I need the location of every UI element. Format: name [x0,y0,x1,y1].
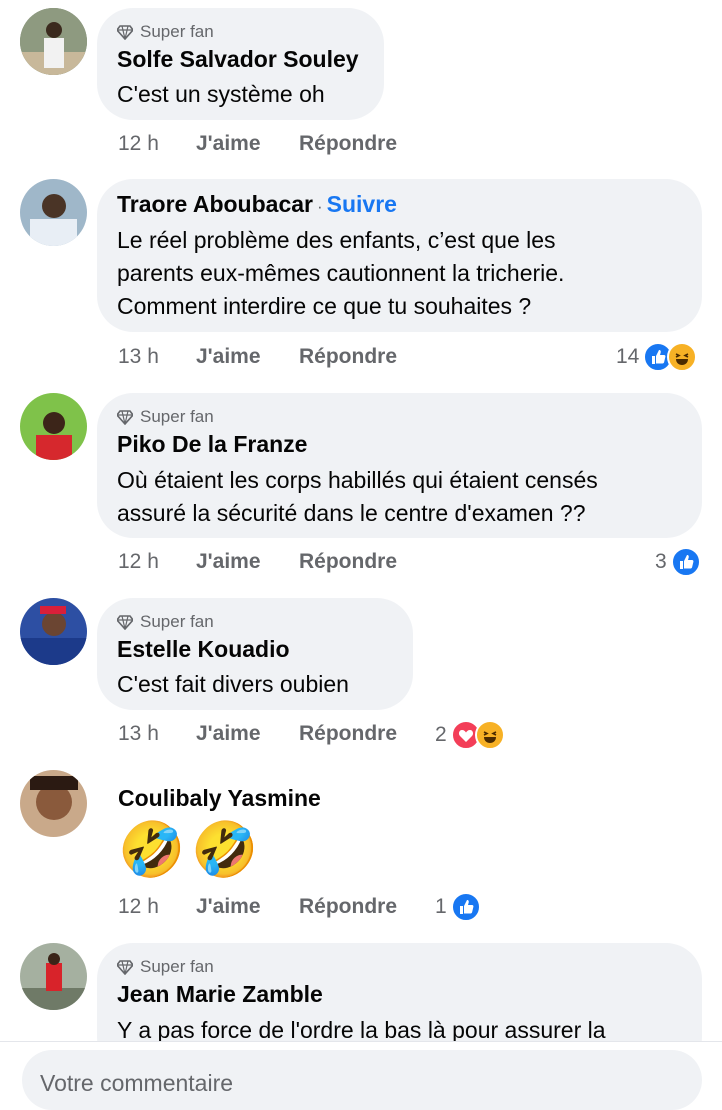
reply-button[interactable]: Répondre [299,895,397,919]
author-name[interactable]: Jean Marie Zamble [117,981,323,1008]
avatar-photo [20,943,87,1010]
comment-actions: 12 h J'aime Répondre [118,132,397,156]
diamond-icon [117,25,133,40]
comment-text-line: assuré la sécurité dans le centre d'exam… [117,500,586,526]
avatar-photo [20,179,87,246]
comment-text: C'est fait divers oubien [117,671,349,697]
author-name[interactable]: Estelle Kouadio [117,636,290,663]
avatar-photo [20,598,87,665]
like-button[interactable]: J'aime [196,722,299,746]
super-fan-badge: Super fan [117,22,214,42]
haha-icon [474,720,505,750]
comment-bubble: Traore Aboubacar · Suivre Le réel problème… [97,179,702,332]
avatar[interactable] [20,598,87,665]
avatar[interactable] [20,8,87,75]
comment-input-placeholder: Votre commentaire [40,1070,234,1096]
avatar[interactable] [20,770,87,837]
like-button[interactable]: J'aime [196,132,299,156]
avatar-photo [20,770,87,837]
super-fan-badge: Super fan [117,957,214,977]
author-name[interactable]: Coulibaly Yasmine [118,785,321,812]
like-button[interactable]: J'aime [196,550,299,574]
comment-text-line: Le réel problème des enfants, c’est que … [117,227,556,253]
timestamp[interactable]: 12 h [118,895,196,919]
super-fan-badge: Super fan [117,407,214,427]
reaction-summary[interactable]: 3 [655,547,701,577]
reaction-count: 1 [435,895,447,918]
reply-button[interactable]: Répondre [299,722,397,746]
reaction-count: 3 [655,550,667,573]
comment-actions: 13 h J'aime Répondre [118,345,397,369]
comment-bubble: Super fan Estelle Kouadio C'est fait div… [97,598,413,710]
comment-input[interactable]: Votre commentaire [22,1050,702,1110]
comment-text-line: Comment interdire ce que tu souhaites ? [117,293,532,319]
reply-button[interactable]: Répondre [299,345,397,369]
timestamp[interactable]: 13 h [118,722,196,746]
super-fan-badge: Super fan [117,612,214,632]
timestamp[interactable]: 13 h [118,345,196,369]
like-icon [670,547,701,577]
timestamp[interactable]: 12 h [118,132,196,156]
avatar[interactable] [20,179,87,246]
badge-label: Super fan [140,612,214,631]
separator-dot: · [316,197,323,216]
author-name[interactable]: Piko De la Franze [117,431,307,458]
emoji-comment: 🤣🤣 [118,820,265,880]
reply-button[interactable]: Répondre [299,132,397,156]
diamond-icon [117,410,133,425]
follow-button[interactable]: Suivre [327,191,397,217]
haha-icon [667,342,698,372]
comment-text-line: parents eux-mêmes cautionnent la tricher… [117,260,565,286]
badge-label: Super fan [140,407,214,426]
badge-label: Super fan [140,22,214,41]
author-label[interactable]: Traore Aboubacar [117,191,313,217]
reaction-count: 14 [616,345,640,368]
reaction-summary[interactable]: 14 [616,342,698,372]
comment-actions: 12 h J'aime Répondre [118,895,397,919]
reaction-summary[interactable]: 1 [435,892,481,922]
reaction-count: 2 [435,723,447,746]
like-button[interactable]: J'aime [196,345,299,369]
comment-text-line: Où étaient les corps habillés qui étaien… [117,467,598,493]
comment-actions: 12 h J'aime Répondre [118,550,397,574]
avatar[interactable] [20,943,87,1010]
badge-label: Super fan [140,957,214,976]
avatar[interactable] [20,393,87,460]
like-button[interactable]: J'aime [196,895,299,919]
avatar-photo [20,393,87,460]
timestamp[interactable]: 12 h [118,550,196,574]
comment-bubble: Super fan Solfe Salvador Souley C'est un… [97,8,384,120]
diamond-icon [117,615,133,630]
diamond-icon [117,960,133,975]
composer-bar: Votre commentaire [0,1042,722,1110]
comment-actions: 13 h J'aime Répondre [118,722,397,746]
avatar-photo [20,8,87,75]
reply-button[interactable]: Répondre [299,550,397,574]
comment-bubble: Super fan Piko De la Franze Où étaient l… [97,393,702,538]
reaction-summary[interactable]: 2 [435,720,505,750]
like-icon [450,892,481,922]
author-name[interactable]: Traore Aboubacar · Suivre [117,191,397,218]
comment-text: C'est un système oh [117,81,325,107]
author-name[interactable]: Solfe Salvador Souley [117,46,359,73]
